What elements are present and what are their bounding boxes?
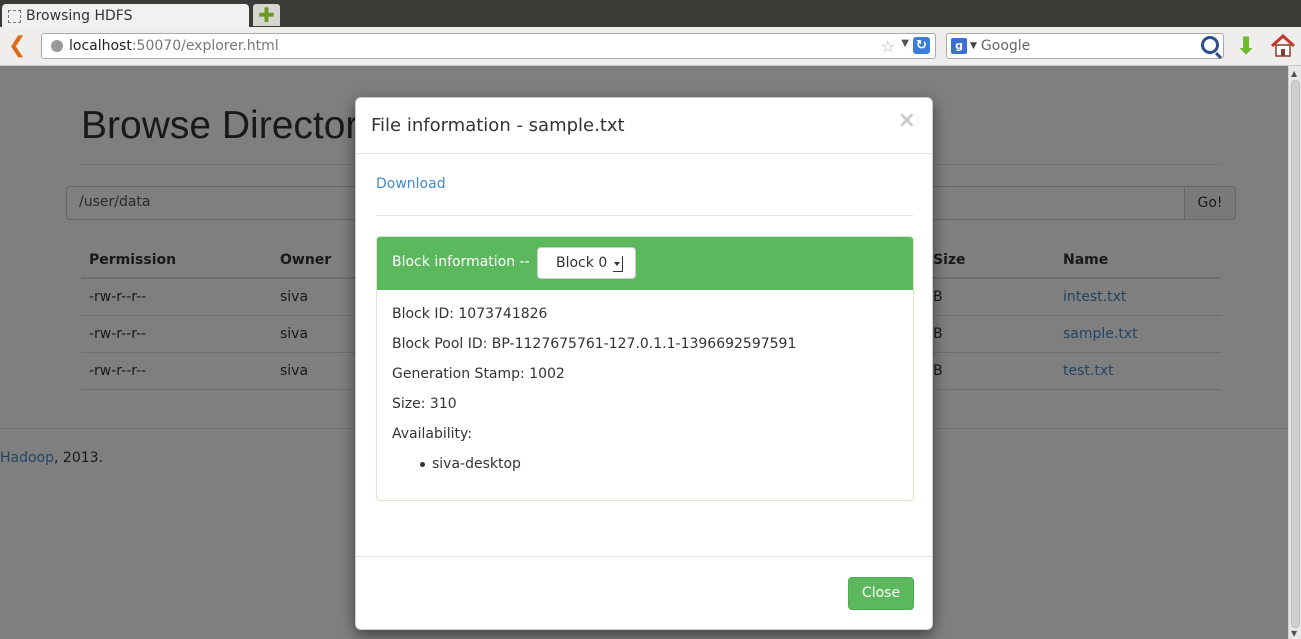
scroll-down-icon[interactable]: ▼ (1291, 629, 1297, 638)
block-select-value: Block 0 (556, 255, 608, 271)
file-information-dialog: File information - sample.txt × Download… (355, 97, 933, 630)
generation-stamp: Generation Stamp: 1002 (392, 366, 565, 382)
block-pool-id: Block Pool ID: BP-1127675761-127.0.1.1-1… (392, 336, 797, 352)
tab-title: Browsing HDFS (26, 8, 133, 24)
panel-body: Block ID: 1073741826 Block Pool ID: BP-1… (392, 305, 796, 473)
modal-divider (376, 215, 913, 216)
panel-heading-label: Block information -- (392, 254, 530, 270)
back-arrow-icon[interactable]: ❮ (8, 35, 28, 57)
google-icon[interactable]: g (951, 38, 967, 54)
availability-label: Availability: (392, 426, 473, 442)
new-tab-icon[interactable]: ✚ (253, 4, 280, 26)
bookmark-star-icon[interactable]: ☆ (881, 37, 895, 56)
search-bar[interactable]: g ▼ Google (946, 33, 1224, 59)
url-text[interactable]: localhost:50070/explorer.html (69, 38, 279, 54)
panel-heading: Block information -- Block 0 (377, 237, 913, 290)
search-input[interactable]: Google (981, 38, 1030, 54)
tab-browsing-hdfs[interactable]: Browsing HDFS (2, 4, 249, 28)
scroll-up-icon[interactable]: ▲ (1291, 69, 1297, 78)
close-button[interactable]: Close (848, 577, 914, 610)
close-icon[interactable]: × (898, 110, 916, 132)
block-size: Size: 310 (392, 396, 457, 412)
block-select[interactable]: Block 0 (537, 247, 636, 279)
navigation-toolbar: ❮ localhost:50070/explorer.html ☆ ▼ ↻ g … (0, 27, 1301, 66)
download-arrow-icon[interactable]: ⬇ (1236, 34, 1258, 58)
block-id: Block ID: 1073741826 (392, 306, 548, 322)
availability-list: siva-desktop (392, 455, 796, 473)
url-history-dropdown-icon[interactable]: ▼ (901, 38, 909, 49)
availability-host: siva-desktop (418, 455, 796, 473)
address-bar[interactable]: localhost:50070/explorer.html ☆ ▼ ↻ (41, 33, 936, 59)
scroll-thumb[interactable] (1291, 80, 1300, 628)
modal-header: File information - sample.txt × (356, 98, 932, 154)
download-link[interactable]: Download (376, 176, 446, 192)
modal-footer: Close (356, 556, 932, 630)
tab-bar: Browsing HDFS ✚ (0, 0, 1301, 28)
page-favicon-icon (8, 9, 21, 23)
page-scrollbar[interactable]: ▲ ▼ (1288, 66, 1301, 639)
search-icon[interactable] (1201, 36, 1219, 54)
modal-title: File information - sample.txt (371, 115, 625, 136)
search-engine-dropdown-icon[interactable]: ▼ (970, 41, 977, 51)
globe-icon (51, 40, 63, 52)
reload-icon[interactable]: ↻ (913, 37, 930, 54)
home-icon[interactable] (1270, 33, 1296, 58)
block-information-panel: Block information -- Block 0 Block ID: 1… (376, 236, 914, 501)
select-caret-icon (613, 256, 623, 272)
